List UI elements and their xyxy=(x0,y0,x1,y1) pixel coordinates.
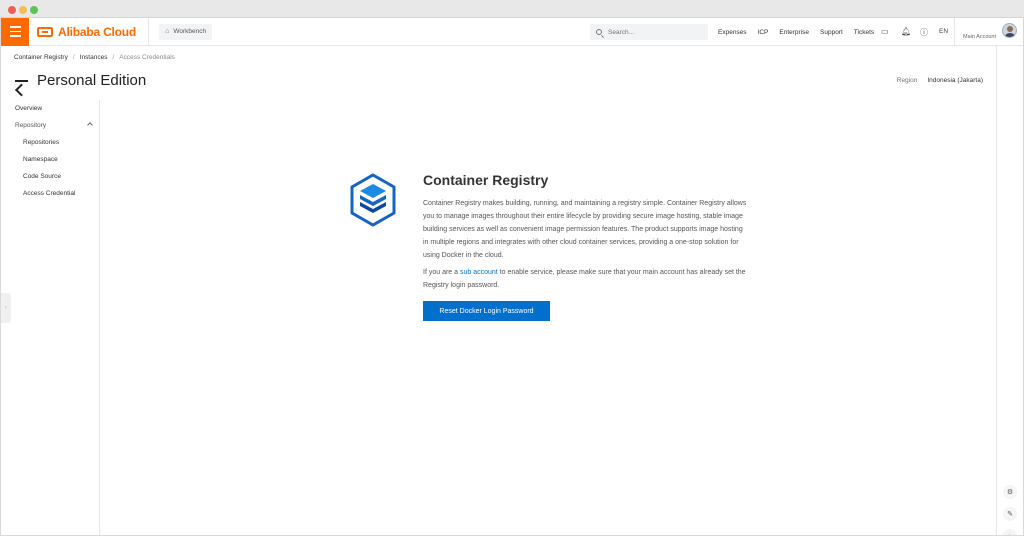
logo-icon xyxy=(37,26,53,37)
console-page: Alibaba Cloud ⌂ Workbench Expenses ICP E… xyxy=(1,18,1023,535)
breadcrumb-separator: / xyxy=(72,54,75,61)
breadcrumb: Container Registry / Instances / Access … xyxy=(14,54,175,61)
terminal-icon[interactable]: ▭ xyxy=(881,27,889,36)
right-tool-rail: ⚙ ✎ › xyxy=(996,46,1023,535)
nav-link-expenses[interactable]: Expenses xyxy=(718,29,747,36)
home-icon: ⌂ xyxy=(165,28,170,35)
sidebar-item-code-source[interactable]: Code Source xyxy=(1,168,99,185)
breadcrumb-access-credentials: Access Credentials xyxy=(119,54,175,61)
reset-docker-password-button[interactable]: Reset Docker Login Password xyxy=(423,301,550,321)
menu-icon[interactable] xyxy=(1,18,29,46)
edit-icon[interactable]: ✎ xyxy=(1003,507,1017,521)
nav-link-icp[interactable]: ICP xyxy=(758,29,769,36)
search-input[interactable] xyxy=(608,28,698,36)
sidebar: Overview Repository Repositories Namespa… xyxy=(1,100,100,535)
account-name[interactable]: Main Account xyxy=(963,34,996,40)
sidebar-item-label: Access Credential xyxy=(23,190,76,197)
sidebar-group-repository[interactable]: Repository xyxy=(1,117,99,134)
workbench-button[interactable]: ⌂ Workbench xyxy=(159,23,213,40)
breadcrumb-container-registry[interactable]: Container Registry xyxy=(14,54,68,61)
top-links: Expenses ICP Enterprise Support Tickets xyxy=(718,18,885,46)
service-description: Container Registry makes building, runni… xyxy=(423,200,747,259)
nav-link-enterprise[interactable]: Enterprise xyxy=(779,29,809,36)
sidebar-item-label: Overview xyxy=(15,105,43,112)
top-navigation: Alibaba Cloud ⌂ Workbench Expenses ICP E… xyxy=(1,18,1023,46)
workbench-label: Workbench xyxy=(173,28,207,35)
nav-link-tickets[interactable]: Tickets xyxy=(854,29,874,36)
chevron-right-icon[interactable]: › xyxy=(1003,529,1017,535)
service-title: Container Registry xyxy=(423,172,549,188)
sidebar-item-access-credential[interactable]: Access Credential xyxy=(1,185,99,202)
region-value[interactable]: Indonesia (Jakarta) xyxy=(927,77,983,84)
breadcrumb-instances[interactable]: Instances xyxy=(80,54,108,61)
chevron-up-icon xyxy=(87,122,93,128)
search-box[interactable] xyxy=(590,24,708,40)
container-registry-icon xyxy=(350,173,396,227)
sidebar-item-label: Repository xyxy=(15,122,47,129)
search-icon xyxy=(596,29,602,35)
browser-window: Alibaba Cloud ⌂ Workbench Expenses ICP E… xyxy=(0,0,1024,536)
sidebar-collapse-handle[interactable]: › xyxy=(1,293,11,323)
brand-logo[interactable]: Alibaba Cloud xyxy=(37,18,150,46)
minimize-window-button[interactable] xyxy=(19,6,27,14)
brand-name: Alibaba Cloud xyxy=(58,24,137,39)
sidebar-item-namespace[interactable]: Namespace xyxy=(1,151,99,168)
sub-account-note: If you are a sub account to enable servi… xyxy=(423,266,749,292)
page-title: Personal Edition xyxy=(37,72,147,89)
language-switch[interactable]: EN xyxy=(939,28,948,35)
sidebar-item-label: Namespace xyxy=(23,156,58,163)
bell-icon[interactable]: 🔔︎ xyxy=(901,27,911,36)
note-text: If you are a xyxy=(423,269,460,276)
sidebar-item-repositories[interactable]: Repositories xyxy=(1,134,99,151)
back-arrow-icon[interactable] xyxy=(14,75,28,87)
avatar[interactable] xyxy=(1002,23,1017,38)
maximize-window-button[interactable] xyxy=(30,6,38,14)
sidebar-item-label: Repositories xyxy=(23,139,60,146)
region-selector[interactable]: Region Indonesia (Jakarta) xyxy=(897,77,983,84)
help-icon[interactable]: ⓘ xyxy=(920,27,928,38)
page-header: Personal Edition xyxy=(14,72,146,89)
sub-account-link[interactable]: sub account xyxy=(460,269,498,276)
region-label: Region xyxy=(896,77,918,84)
sidebar-item-overview[interactable]: Overview xyxy=(1,100,99,117)
breadcrumb-separator: / xyxy=(112,54,115,61)
settings-icon[interactable]: ⚙ xyxy=(1003,485,1017,499)
nav-link-support[interactable]: Support xyxy=(820,29,843,36)
window-titlebar xyxy=(0,0,1024,18)
sidebar-item-label: Code Source xyxy=(23,173,61,180)
nav-divider xyxy=(954,18,955,46)
close-window-button[interactable] xyxy=(8,6,16,14)
